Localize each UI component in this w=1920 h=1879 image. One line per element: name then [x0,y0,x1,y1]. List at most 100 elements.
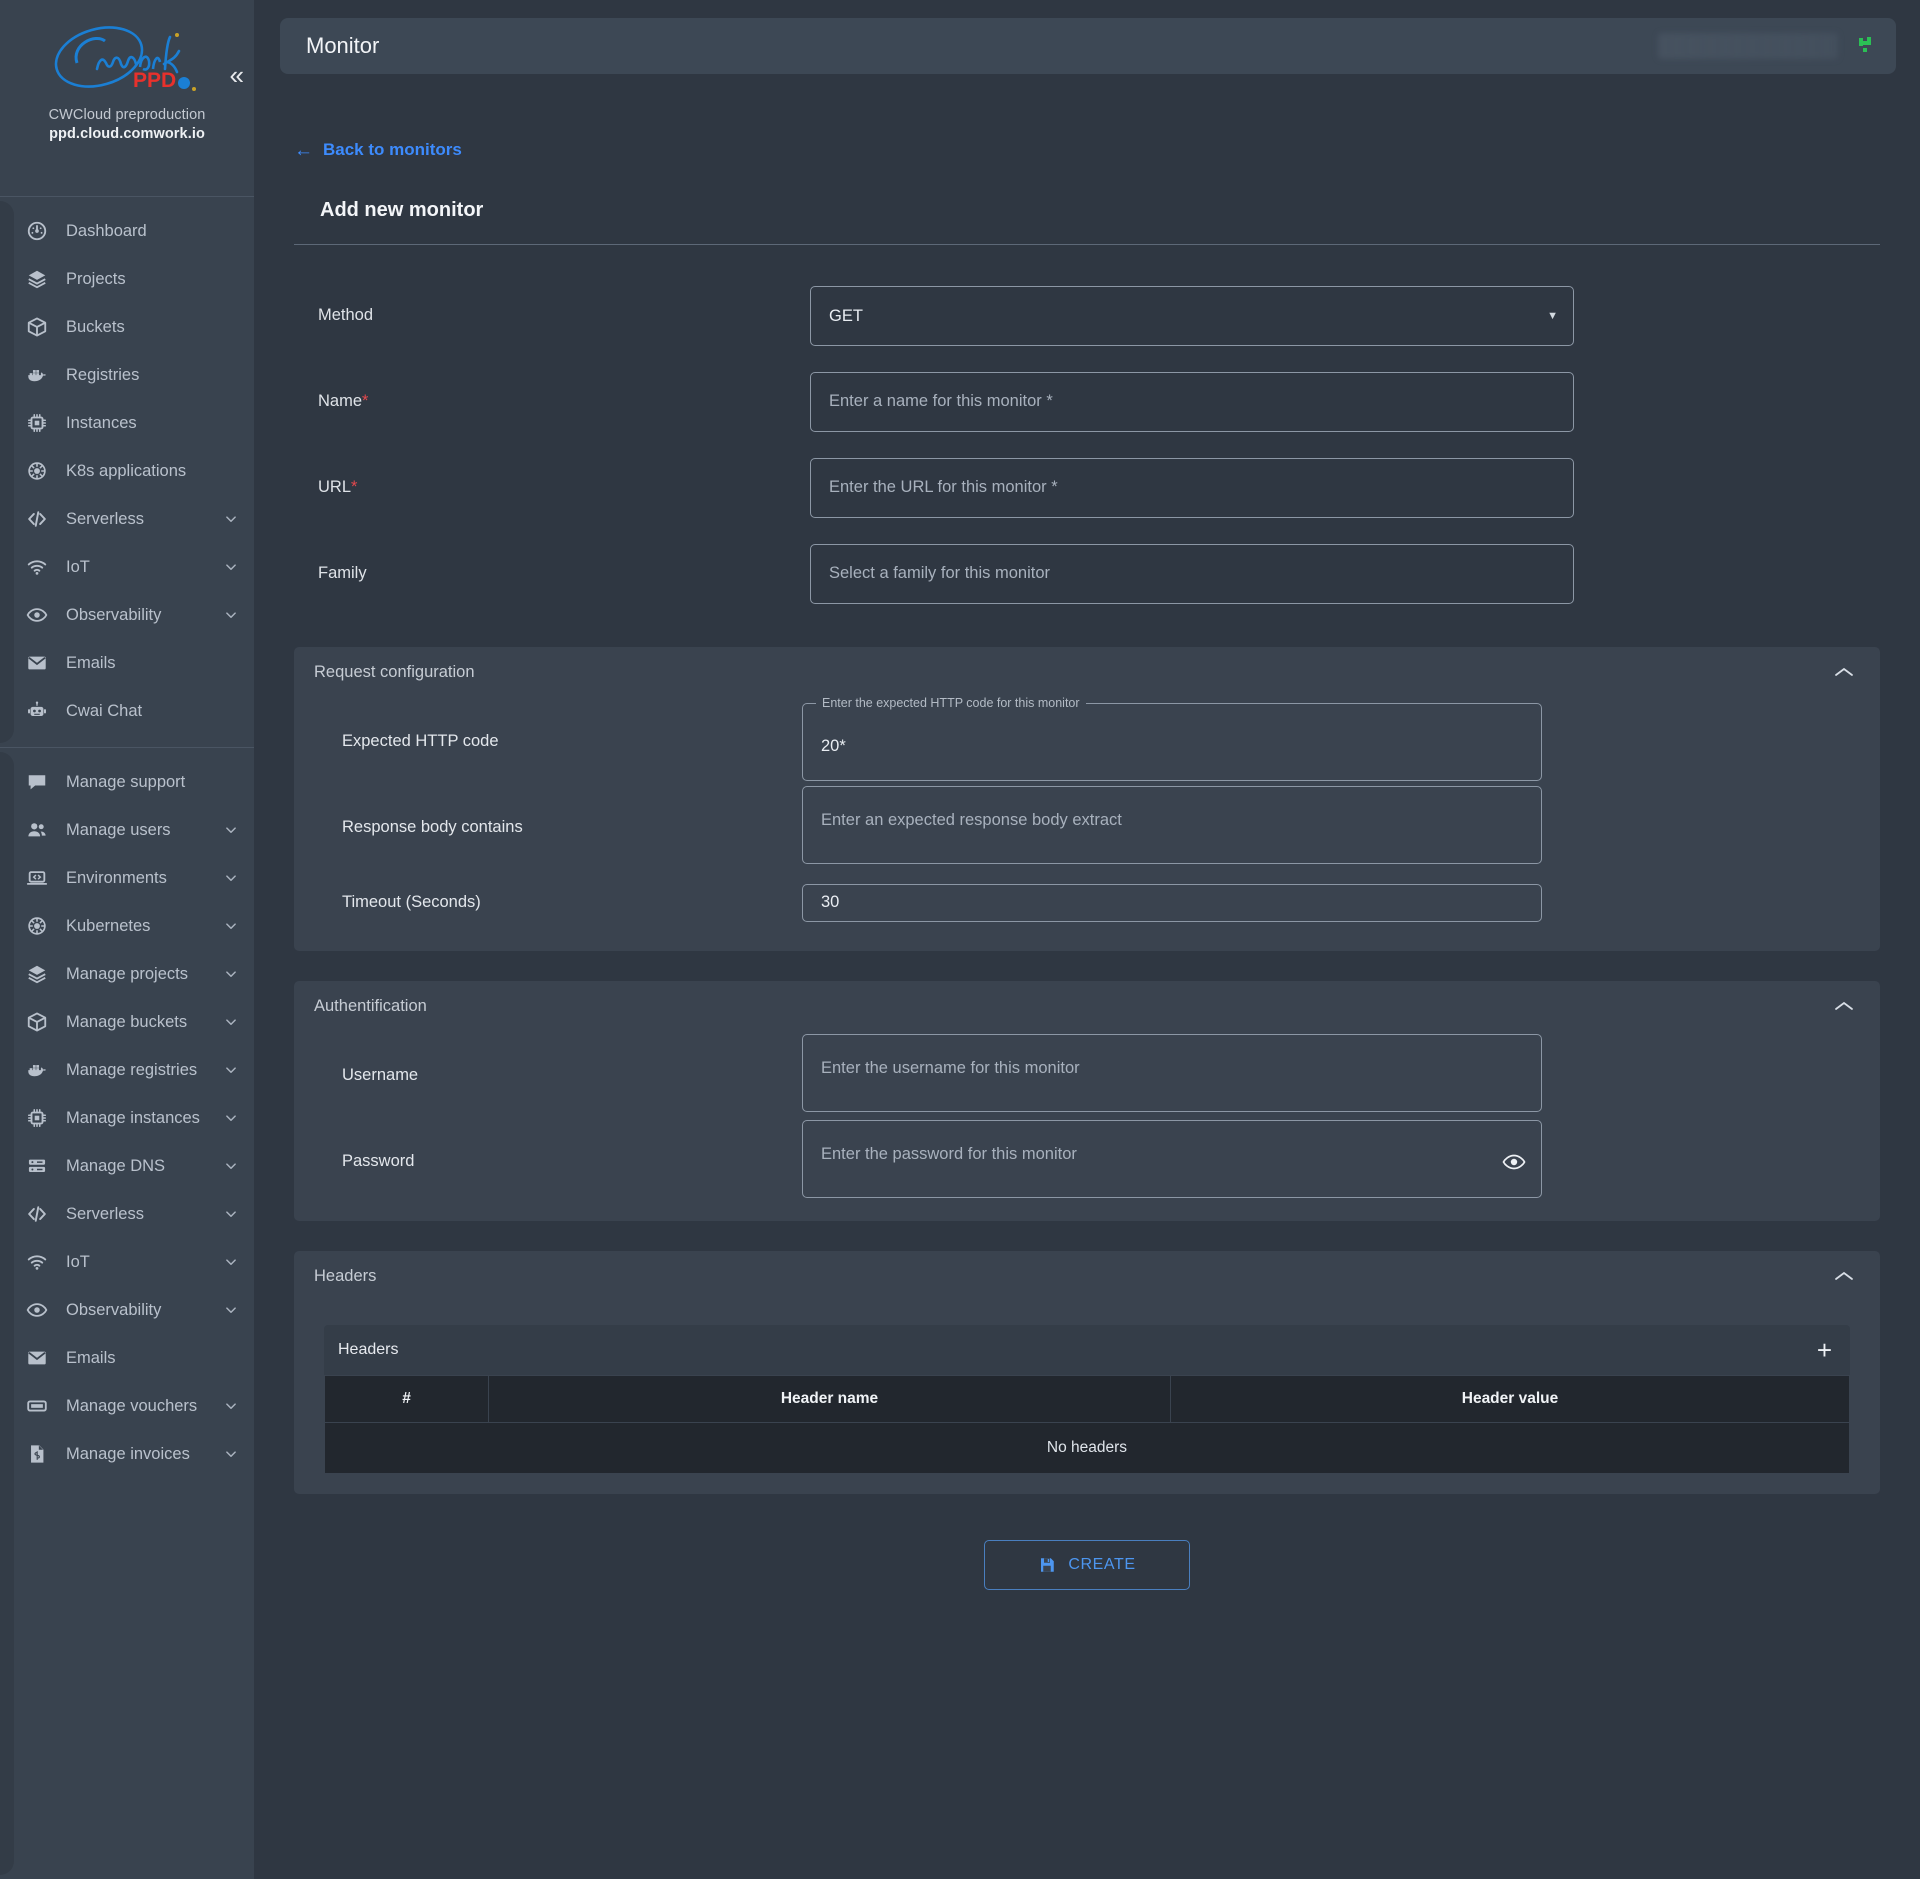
sidebar-item-label: Manage buckets [66,1012,188,1031]
sidebar-item-k8s-applications[interactable]: K8s applications [0,447,254,495]
chevron-down-icon[interactable] [222,1013,240,1031]
sidebar-item-label: Manage invoices [66,1444,190,1463]
chevron-up-icon[interactable] [1834,1270,1854,1284]
sidebar-item-environments[interactable]: Environments [0,854,254,902]
sidebar-item-emails[interactable]: Emails [0,1334,254,1382]
username-label: Username [342,1066,419,1084]
timeout-field-wrap [802,883,1542,922]
authentification-title: Authentification [314,997,427,1015]
chevron-down-icon[interactable] [222,965,240,983]
sidebar-item-registries[interactable]: Registries [0,351,254,399]
topbar-right [1658,31,1878,62]
method-select[interactable]: GET [810,285,1574,346]
family-label: Family [318,564,367,582]
eye-icon[interactable] [1502,1150,1526,1174]
chevron-down-icon[interactable] [222,1253,240,1271]
sidebar-item-cwai-chat[interactable]: Cwai Chat [0,687,254,735]
headers-table-wrap: Headers + # Header name Header value No … [324,1324,1850,1474]
sidebar-item-buckets[interactable]: Buckets [0,303,254,351]
chevron-up-icon[interactable] [1834,1000,1854,1014]
request-config-header[interactable]: Request configuration [294,647,1880,699]
panel-request-configuration: Request configuration Expected HTTP code… [294,646,1880,951]
sidebar-item-label: Emails [66,653,116,672]
chevron-down-icon[interactable] [222,606,240,624]
method-select-wrap: GET ▼ [810,285,1574,346]
chevron-down-icon[interactable] [222,917,240,935]
app-root: PPD « CWCloud preproduction ppd.cloud.co… [0,0,1920,1879]
sidebar-collapse-button[interactable]: « [230,62,244,88]
sidebar-item-label: Manage users [66,820,171,839]
headers-table-toolbar: Headers + [324,1324,1850,1375]
svg-text:PPD: PPD [133,69,176,92]
chevron-down-icon[interactable] [222,1109,240,1127]
page-title: Monitor [306,33,380,58]
sidebar-item-label: Projects [66,269,126,288]
server-icon [20,1155,54,1177]
sidebar-item-projects[interactable]: Projects [0,255,254,303]
chevron-down-icon[interactable] [222,558,240,576]
create-button[interactable]: CREATE [984,1539,1190,1590]
chevron-down-icon[interactable] [222,1301,240,1319]
brand-block: PPD « CWCloud preproduction ppd.cloud.co… [0,0,254,196]
sidebar-item-label: IoT [66,1252,90,1271]
sidebar-item-manage-projects[interactable]: Manage projects [0,950,254,998]
sidebar-item-iot[interactable]: IoT [0,1238,254,1286]
chevron-down-icon[interactable] [222,821,240,839]
sidebar-item-manage-instances[interactable]: Manage instances [0,1094,254,1142]
sidebar-item-label: Manage support [66,772,186,791]
kubernetes-icon [20,460,54,482]
panel-authentification: Authentification Username Password [294,980,1880,1221]
password-input[interactable] [802,1120,1542,1198]
sidebar-item-manage-dns[interactable]: Manage DNS [0,1142,254,1190]
sidebar-item-manage-vouchers[interactable]: Manage vouchers [0,1382,254,1430]
http-code-input[interactable] [802,702,1542,781]
chevron-down-icon[interactable] [222,1445,240,1463]
chevron-down-icon[interactable] [222,869,240,887]
chevron-up-icon[interactable] [1834,666,1854,680]
family-input[interactable] [810,543,1574,604]
sidebar-item-label: Buckets [66,317,125,336]
sidebar-item-label: Manage DNS [66,1156,166,1175]
sidebar-item-serverless[interactable]: Serverless [0,495,254,543]
username-input[interactable] [802,1034,1542,1112]
chevron-down-icon[interactable] [222,510,240,528]
panel-headers: Headers Headers + # Header name Header v… [294,1250,1880,1494]
body-contains-input[interactable] [802,786,1542,864]
url-input[interactable] [810,457,1574,518]
sidebar-item-manage-registries[interactable]: Manage registries [0,1046,254,1094]
sidebar-item-observability[interactable]: Observability [0,1286,254,1334]
docker-icon [20,364,54,386]
sidebar-item-emails[interactable]: Emails [0,639,254,687]
sidebar-item-label: Serverless [66,509,144,528]
authentification-header[interactable]: Authentification [294,981,1880,1033]
field-row-http-code: Expected HTTP code Enter the expected HT… [294,694,1880,785]
sidebar-nav-primary: Dashboard Projects Buckets Registries Instan… [0,197,254,747]
chevron-down-icon[interactable] [222,1061,240,1079]
name-input[interactable] [810,371,1574,432]
sidebar-item-iot[interactable]: IoT [0,543,254,591]
back-to-monitors-link[interactable]: ← Back to monitors [294,140,462,160]
sidebar-item-manage-users[interactable]: Manage users [0,806,254,854]
sidebar-item-serverless[interactable]: Serverless [0,1190,254,1238]
sidebar-item-instances[interactable]: Instances [0,399,254,447]
http-code-field-wrap: Enter the expected HTTP code for this mo… [802,694,1542,781]
sidebar-item-manage-support[interactable]: Manage support [0,758,254,806]
sidebar-item-observability[interactable]: Observability [0,591,254,639]
green-activity-icon[interactable] [1852,31,1878,62]
robot-icon [20,700,54,722]
sidebar-nav-admin: Manage support Manage users Environments Ku… [0,748,254,1879]
timeout-input[interactable] [802,883,1542,922]
chevron-down-icon[interactable] [222,1205,240,1223]
sidebar-item-manage-buckets[interactable]: Manage buckets [0,998,254,1046]
chevron-down-icon[interactable] [222,1397,240,1415]
sidebar-item-manage-invoices[interactable]: Manage invoices [0,1430,254,1478]
headers-header[interactable]: Headers [294,1251,1880,1303]
sidebar-item-dashboard[interactable]: Dashboard [0,207,254,255]
chevron-down-icon[interactable] [222,1157,240,1175]
add-header-button[interactable]: + [1817,1337,1832,1363]
password-field-wrap [802,1120,1542,1203]
monitor-basic-fields: Method GET ▼ Name* Enter a name for this… [280,245,1894,617]
wifi-icon [20,556,54,578]
sidebar-item-label: Observability [66,1300,162,1319]
sidebar-item-kubernetes[interactable]: Kubernetes [0,902,254,950]
